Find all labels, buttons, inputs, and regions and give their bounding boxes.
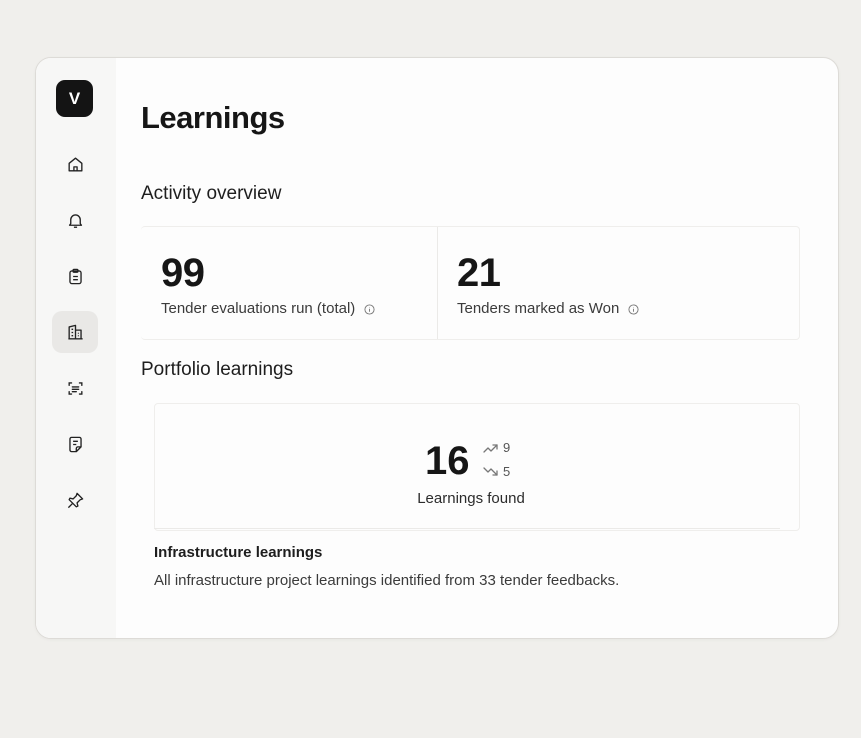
notes-icon [68, 436, 82, 452]
sidebar-item-notifications[interactable] [52, 199, 98, 241]
divider [154, 528, 780, 529]
trend-down: 5 [483, 464, 510, 479]
trend-up-value: 9 [503, 440, 511, 455]
bell-icon [68, 213, 82, 228]
stat-won-value: 21 [457, 251, 501, 295]
infrastructure-learnings-description: All infrastructure project learnings ide… [154, 572, 620, 589]
info-icon[interactable] [364, 303, 375, 315]
app-logo[interactable]: V [56, 80, 93, 117]
clipboard-icon [68, 268, 82, 284]
activity-stats: 99 Tender evaluations run (total) 21 Ten… [141, 226, 800, 340]
home-icon [67, 156, 83, 172]
trend-up-icon [483, 443, 498, 453]
stat-evaluations-value: 99 [161, 251, 205, 295]
learnings-summary-card: 16 9 5 Learnings found [154, 403, 800, 531]
app-window: V Learnings Activity overview 99 Tender … [35, 57, 839, 639]
info-icon[interactable] [628, 303, 640, 315]
building-icon [67, 324, 83, 340]
portfolio-learnings-heading: Portfolio learnings [141, 359, 294, 380]
stat-evaluations: Tender evaluations run (total) [161, 300, 375, 317]
sidebar-item-notes[interactable] [52, 423, 98, 465]
sidebar: V [36, 58, 116, 638]
infrastructure-learnings-title[interactable]: Infrastructure learnings [154, 544, 322, 561]
activity-overview-heading: Activity overview [141, 183, 282, 204]
stat-divider [437, 227, 438, 339]
sidebar-item-home[interactable] [52, 143, 98, 185]
stat-won-label: Tenders marked as Won [457, 300, 620, 317]
trend-down-value: 5 [503, 464, 511, 479]
trend-down-icon [483, 466, 498, 476]
scan-text-icon [67, 381, 83, 395]
sidebar-item-pins[interactable] [52, 479, 98, 521]
sidebar-item-scan[interactable] [52, 367, 98, 409]
sidebar-item-learnings[interactable] [52, 311, 98, 353]
learnings-count: 16 [425, 439, 470, 483]
page-title: Learnings [141, 100, 285, 135]
learnings-found-label: Learnings found [417, 490, 525, 507]
stat-evaluations-label: Tender evaluations run (total) [161, 300, 356, 317]
stat-won: Tenders marked as Won [457, 300, 640, 317]
pin-icon [67, 492, 83, 508]
sidebar-item-tasks[interactable] [52, 255, 98, 297]
trend-up: 9 [483, 440, 510, 455]
